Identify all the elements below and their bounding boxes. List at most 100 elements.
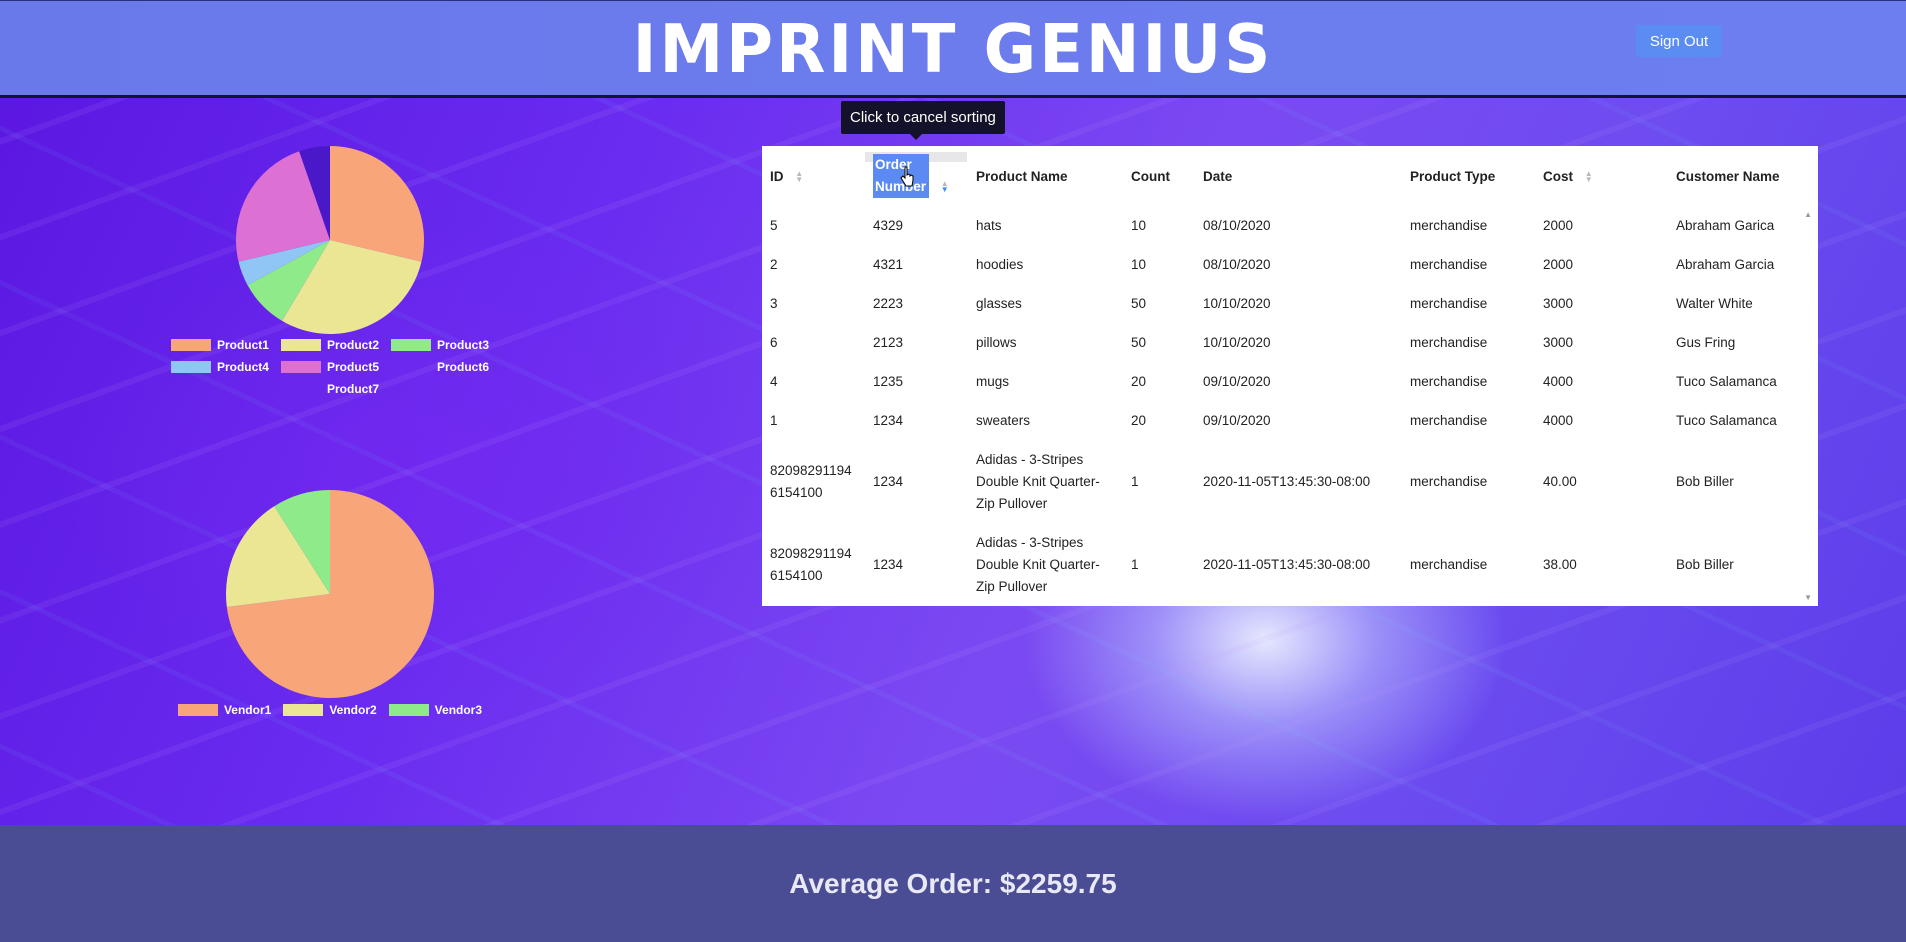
table-cell-date: 10/10/2020 — [1203, 295, 1271, 311]
table-cell-cost: 2000 — [1543, 256, 1574, 272]
sort-arrows-icon[interactable]: ▲ ▼ — [795, 169, 803, 183]
column-header-cost[interactable]: Cost ▲ ▼ — [1535, 146, 1668, 206]
table-cell-cost: 4000 — [1543, 373, 1574, 389]
table-cell-date: 2020-11-05T13:45:30-08:00 — [1203, 556, 1371, 572]
table-cell-order: 1234 — [873, 473, 904, 489]
table-cell-cost: 38.00 — [1543, 556, 1577, 572]
legend-swatch — [391, 361, 431, 373]
table-cell-type: merchandise — [1410, 412, 1488, 428]
column-header-customer-name[interactable]: Customer Name — [1668, 146, 1810, 206]
table-cell-type: merchandise — [1410, 473, 1488, 489]
legend-swatch — [283, 704, 324, 716]
legend-item-vendor3[interactable]: Vendor3 — [388, 703, 482, 717]
table-cell-customer: Gus Fring — [1676, 334, 1736, 350]
table-cell-count: 1 — [1131, 556, 1139, 572]
table-cell-date: 08/10/2020 — [1203, 256, 1271, 272]
legend-item-product2[interactable]: Product2 — [280, 338, 379, 352]
table-cell-name: Adidas - 3-Stripes Double Knit Quarter-Z… — [976, 534, 1100, 594]
legend-label: Product6 — [437, 360, 490, 374]
sort-arrows-icon[interactable]: ▲ ▼ — [941, 180, 949, 194]
column-header-count[interactable]: Count — [1123, 146, 1195, 206]
table-row[interactable]: 3 2223 glasses 50 10/10/2020 merchandise 3000 W… — [762, 284, 1810, 323]
table-row[interactable]: 4 1235 mugs 20 09/10/2020 merchandise 4000 Tuco… — [762, 362, 1810, 401]
table-cell-count: 20 — [1131, 373, 1147, 389]
table-cell-order: 1234 — [873, 556, 904, 572]
column-header-order-number[interactable]: Order Number ▲ ▼ — [865, 146, 968, 206]
legend-label: Vendor2 — [329, 703, 377, 717]
legend-swatch — [281, 383, 321, 395]
table-cell-customer: Abraham Garcia — [1676, 256, 1775, 272]
column-header-id[interactable]: ID ▲ ▼ — [762, 146, 865, 206]
table-cell-cost: 2000 — [1543, 217, 1574, 233]
legend-swatch — [177, 704, 218, 716]
table-row[interactable]: 82098291194 6154100 1234 Adidas - 3-Stripe… — [762, 523, 1810, 606]
legend-label: Product5 — [326, 360, 379, 374]
table-cell-customer: Walter White — [1676, 295, 1753, 311]
legend-item-product6[interactable]: Product6 — [391, 360, 489, 374]
table-cell-cost: 4000 — [1543, 412, 1574, 428]
column-header-product-name[interactable]: Product Name — [968, 146, 1123, 206]
table-cell-name: glasses — [976, 295, 1022, 311]
scroll-down-arrow-icon[interactable]: ▼ — [1804, 593, 1812, 602]
table-row[interactable]: 5 4329 hats 10 08/10/2020 merchandise 2000 Abra… — [762, 206, 1810, 245]
app-header: IMPRINT GENIUS Sign Out — [0, 0, 1906, 98]
table-cell-type: merchandise — [1410, 334, 1488, 350]
table-row[interactable]: 6 2123 pillows 50 10/10/2020 merchandise 3000 G… — [762, 323, 1810, 362]
scroll-up-arrow-icon[interactable]: ▲ — [1804, 210, 1812, 219]
table-cell-name: mugs — [976, 373, 1010, 389]
legend-item-product1[interactable]: Product1 — [170, 338, 269, 352]
legend-swatch — [170, 339, 211, 351]
table-cell-count: 50 — [1131, 334, 1147, 350]
table-row[interactable]: 1 1234 sweaters 20 09/10/2020 merchandise 4000… — [762, 401, 1810, 440]
table-cell-id: 3 — [770, 295, 778, 311]
legend-label: Vendor1 — [223, 703, 272, 717]
table-cell-id: 5 — [770, 217, 778, 233]
legend-item-product3[interactable]: Product3 — [391, 338, 489, 352]
legend-item-vendor1[interactable]: Vendor1 — [177, 703, 272, 717]
legend-item-vendor2[interactable]: Vendor2 — [283, 703, 377, 717]
table-cell-cost: 3000 — [1543, 334, 1574, 350]
table-cell-order: 4321 — [873, 256, 904, 272]
table-cell-id: 2 — [770, 256, 778, 272]
sort-arrows-icon[interactable]: ▲ ▼ — [1585, 169, 1593, 183]
product-pie-chart — [236, 146, 424, 334]
table-cell-count: 50 — [1131, 295, 1147, 311]
table-cell-count: 1 — [1131, 473, 1139, 489]
column-header-date[interactable]: Date — [1195, 146, 1402, 206]
legend-swatch — [280, 361, 321, 373]
legend-swatch — [280, 339, 321, 351]
table-cell-type: merchandise — [1410, 256, 1488, 272]
legend-item-product5[interactable]: Product5 — [280, 360, 379, 374]
sort-tooltip: Click to cancel sorting — [841, 101, 1005, 134]
legend-label: Product1 — [216, 338, 269, 352]
table-cell-type: merchandise — [1410, 217, 1488, 233]
legend-item-product4[interactable]: Product4 — [170, 360, 269, 374]
table-cell-customer: Bob Biller — [1676, 473, 1734, 489]
table-cell-name: hats — [976, 217, 1002, 233]
legend-label: Product4 — [216, 360, 269, 374]
table-cell-date: 08/10/2020 — [1203, 217, 1271, 233]
table-cell-id: 82098291194 6154100 — [770, 462, 852, 500]
legend-swatch — [388, 704, 429, 716]
product-legend: Product1 Product2 Product3 Product4 Product5… — [120, 334, 540, 400]
table-cell-name: hoodies — [976, 256, 1024, 272]
legend-label: Product2 — [326, 338, 379, 352]
table-cell-id: 82098291194 6154100 — [770, 545, 852, 583]
column-header-product-type[interactable]: Product Type — [1402, 146, 1535, 206]
table-header-row: ID ▲ ▼ Order Number ▲ ▼ Product Name Count… — [762, 146, 1810, 206]
table-cell-name: Adidas - 3-Stripes Double Knit Quarter-Z… — [976, 451, 1100, 511]
table-cell-order: 2223 — [873, 295, 904, 311]
brand-logo: IMPRINT GENIUS — [632, 11, 1274, 89]
table-cell-cost: 40.00 — [1543, 473, 1577, 489]
column-header-label: Cost — [1543, 168, 1573, 184]
table-row[interactable]: 82098291194 6154100 1234 Adidas - 3-Stripe… — [762, 440, 1810, 523]
table-cell-type: merchandise — [1410, 295, 1488, 311]
legend-item-product7[interactable]: Product7 — [281, 382, 379, 396]
table-cell-customer: Tuco Salamanca — [1676, 373, 1777, 389]
sign-out-button[interactable]: Sign Out — [1636, 25, 1722, 57]
table-cell-id: 4 — [770, 373, 778, 389]
vendor-legend: Vendor1 Vendor2 Vendor3 — [170, 699, 490, 721]
legend-swatch — [391, 339, 431, 351]
table-row[interactable]: 2 4321 hoodies 10 08/10/2020 merchandise 2000 A… — [762, 245, 1810, 284]
legend-label: Product3 — [437, 338, 490, 352]
